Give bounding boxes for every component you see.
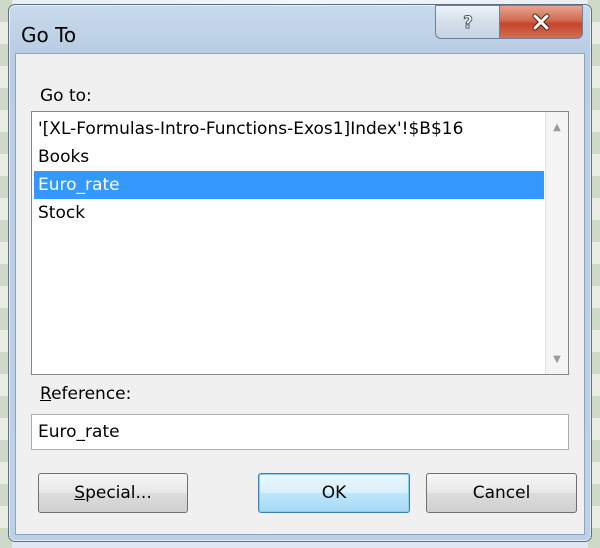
cancel-button-label: Cancel	[472, 483, 531, 503]
close-button[interactable]	[499, 5, 583, 39]
list-scrollbar[interactable]: ▲ ▼	[545, 112, 568, 374]
special-button-label: pecial...	[85, 483, 152, 503]
help-icon: ?	[462, 13, 473, 33]
cancel-button[interactable]: Cancel	[426, 473, 577, 513]
goto-label: Go to:	[40, 86, 92, 106]
svg-text:?: ?	[463, 13, 473, 33]
special-button-accelerator: S	[74, 483, 86, 503]
ok-button-label: OK	[321, 483, 347, 503]
list-item[interactable]: '[XL-Formulas-Intro-Functions-Exos1]Inde…	[34, 115, 544, 143]
dialog-title: Go To	[21, 23, 77, 47]
caption-buttons: ?	[435, 5, 583, 41]
list-item[interactable]: Stock	[34, 199, 544, 227]
goto-listbox[interactable]: '[XL-Formulas-Intro-Functions-Exos1]Inde…	[31, 111, 569, 375]
ok-button[interactable]: OK	[258, 473, 410, 513]
list-item[interactable]: Euro_rate	[34, 171, 544, 199]
close-icon	[532, 13, 550, 31]
help-button[interactable]: ?	[435, 5, 499, 39]
goto-list-items: '[XL-Formulas-Intro-Functions-Exos1]Inde…	[34, 115, 544, 227]
reference-label-text: eference:	[51, 384, 132, 404]
reference-label-accelerator: R	[40, 384, 52, 404]
reference-label: Reference:	[40, 384, 131, 404]
scroll-up-icon[interactable]: ▲	[546, 116, 568, 138]
special-button[interactable]: Special...	[38, 473, 188, 513]
list-item[interactable]: Books	[34, 143, 544, 171]
scroll-down-icon[interactable]: ▼	[546, 348, 568, 370]
reference-input[interactable]	[31, 414, 569, 450]
